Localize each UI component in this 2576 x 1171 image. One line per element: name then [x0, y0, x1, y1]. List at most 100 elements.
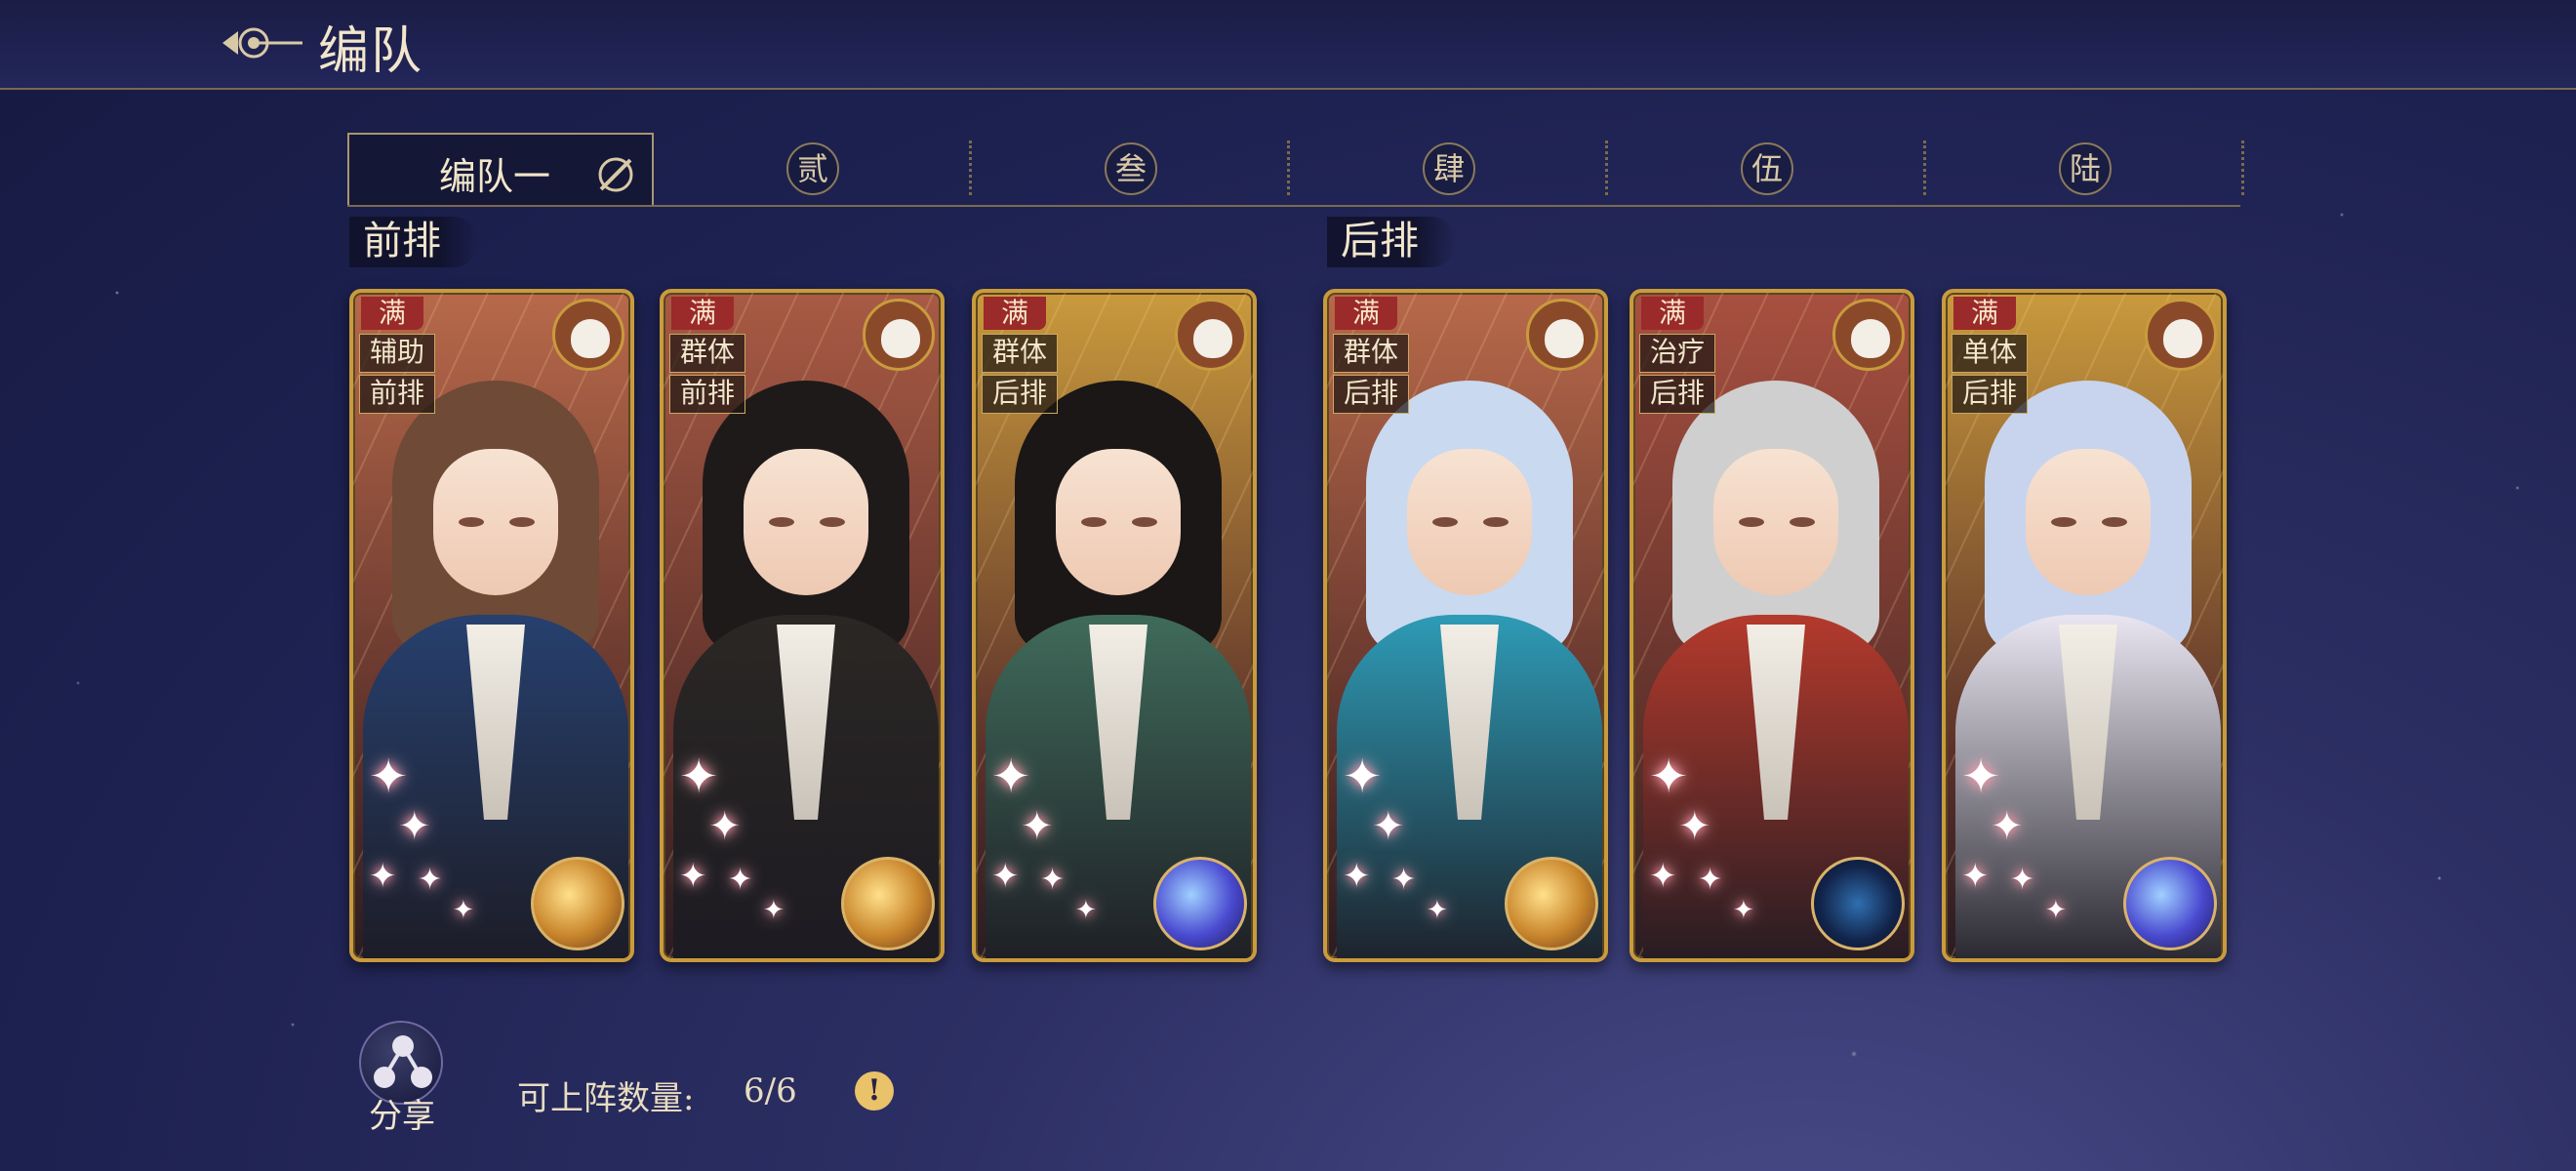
- star-icon: ✦: [1040, 863, 1066, 897]
- character-eye: [1483, 517, 1509, 527]
- star-icon: ✦: [728, 863, 753, 897]
- blue-fish-icon: [1526, 299, 1598, 371]
- top-bar: 编队: [0, 0, 2576, 90]
- star-icon: ✦: [2010, 863, 2035, 897]
- character-face: [744, 449, 868, 595]
- tab-team-1-label: 编队一: [439, 155, 551, 198]
- character-eye: [2102, 517, 2127, 527]
- character-card[interactable]: 满辅助 前排 ✦ ✦ ✦ ✦ ✦: [349, 289, 634, 962]
- role-tag: 辅助: [359, 334, 436, 373]
- golden-sun-orb-icon: [841, 857, 935, 950]
- character-card[interactable]: 满群体 前排 ✦ ✦ ✦ ✦ ✦: [660, 289, 945, 962]
- star-icon: ✦: [1961, 857, 1990, 896]
- star-icon: ✦: [763, 896, 785, 925]
- tab-team-2[interactable]: 贰: [654, 133, 972, 205]
- character-face: [1713, 449, 1838, 595]
- front-row-heading: 前排: [349, 217, 478, 267]
- star-rating: ✦ ✦ ✦ ✦ ✦: [1343, 749, 1469, 945]
- back-row-heading: 后排: [1327, 217, 1456, 267]
- tab-team-5[interactable]: 伍: [1608, 133, 1926, 205]
- star-rating: ✦ ✦ ✦ ✦ ✦: [991, 749, 1118, 945]
- max-level-badge: 满: [671, 297, 734, 330]
- position-tag: 后排: [1952, 375, 2029, 414]
- star-icon: ✦: [1733, 896, 1754, 925]
- star-icon: ✦: [991, 749, 1031, 804]
- tab-team-3-label: 叁: [1105, 142, 1157, 195]
- character-eye: [509, 517, 535, 527]
- tab-team-6[interactable]: 陆: [1926, 133, 2244, 205]
- star-icon: ✦: [991, 857, 1020, 896]
- star-icon: ✦: [369, 749, 409, 804]
- character-eye: [1790, 517, 1815, 527]
- pet-figure: [881, 319, 920, 358]
- star-icon: ✦: [1698, 863, 1723, 897]
- pet-figure: [1545, 319, 1584, 358]
- deploy-count-label: 可上阵数量:: [517, 1079, 695, 1118]
- role-tag: 群体: [982, 334, 1059, 373]
- golden-planet-orb-icon: [531, 857, 624, 950]
- back-button[interactable]: [213, 18, 306, 68]
- white-goat-icon: [1832, 299, 1905, 371]
- star-icon: ✦: [369, 857, 397, 896]
- blue-planet-orb-icon: [1153, 857, 1247, 950]
- star-icon: ✦: [2045, 896, 2067, 925]
- character-face: [1407, 449, 1532, 595]
- white-goat-icon: [552, 299, 624, 371]
- star-rating: ✦ ✦ ✦ ✦ ✦: [1649, 749, 1776, 945]
- role-tag: 群体: [669, 334, 746, 373]
- star-icon: ✦: [1075, 896, 1097, 925]
- max-level-badge: 满: [1953, 297, 2016, 330]
- star-rating: ✦ ✦ ✦ ✦ ✦: [679, 749, 806, 945]
- character-eye: [769, 517, 794, 527]
- page-title: 编队: [318, 22, 424, 81]
- tab-team-5-label: 伍: [1741, 142, 1793, 195]
- position-tag: 后排: [1639, 375, 1716, 414]
- character-card[interactable]: 满单体 后排 ✦ ✦ ✦ ✦ ✦: [1942, 289, 2227, 962]
- max-level-badge: 满: [984, 297, 1046, 330]
- star-icon: ✦: [1021, 804, 1054, 849]
- max-level-badge: 满: [1641, 297, 1704, 330]
- character-face: [433, 449, 558, 595]
- character-card[interactable]: 满治疗 后排 ✦ ✦ ✦ ✦ ✦: [1630, 289, 1914, 962]
- panda-icon: [2145, 299, 2217, 371]
- tab-underline: [347, 205, 2240, 207]
- character-eye: [1432, 517, 1458, 527]
- tab-team-1[interactable]: 编队一: [347, 133, 654, 205]
- pet-figure: [1193, 319, 1232, 358]
- role-tag: 治疗: [1639, 334, 1716, 373]
- star-icon: ✦: [398, 804, 431, 849]
- character-eye: [1081, 517, 1107, 527]
- tab-team-6-label: 陆: [2059, 142, 2112, 195]
- character-card[interactable]: 满群体 后排 ✦ ✦ ✦ ✦ ✦: [972, 289, 1257, 962]
- info-icon[interactable]: !: [855, 1071, 894, 1110]
- star-icon: ✦: [1372, 804, 1405, 849]
- star-icon: ✦: [1343, 749, 1383, 804]
- star-icon: ✦: [1649, 857, 1677, 896]
- tab-team-2-label: 贰: [786, 142, 839, 195]
- character-eye: [1132, 517, 1157, 527]
- compass-orb-icon: [1811, 857, 1905, 950]
- star-icon: ✦: [453, 896, 474, 925]
- character-card[interactable]: 满群体 后排 ✦ ✦ ✦ ✦ ✦: [1323, 289, 1608, 962]
- pet-figure: [2163, 319, 2202, 358]
- pet-figure: [1851, 319, 1890, 358]
- max-level-badge: 满: [361, 297, 423, 330]
- rename-edit-icon[interactable]: [595, 154, 636, 195]
- share-button[interactable]: 分享: [351, 1021, 453, 1136]
- golden-planet-orb-icon: [1505, 857, 1598, 950]
- cloud-back-icon: [222, 27, 302, 59]
- star-icon: ✦: [708, 804, 742, 849]
- tab-team-3[interactable]: 叁: [972, 133, 1290, 205]
- star-icon: ✦: [1991, 804, 2024, 849]
- role-tag: 单体: [1952, 334, 2029, 373]
- tab-team-4[interactable]: 肆: [1290, 133, 1608, 205]
- white-wolf-icon: [863, 299, 935, 371]
- star-icon: ✦: [1427, 896, 1448, 925]
- tab-team-4-label: 肆: [1423, 142, 1475, 195]
- star-icon: ✦: [1649, 749, 1689, 804]
- character-eye: [2051, 517, 2076, 527]
- star-icon: ✦: [1961, 749, 2001, 804]
- character-face: [2026, 449, 2151, 595]
- blue-planet-orb-icon: [2123, 857, 2217, 950]
- team-tabs: 编队一 贰 叁 肆 伍 陆: [347, 133, 2244, 207]
